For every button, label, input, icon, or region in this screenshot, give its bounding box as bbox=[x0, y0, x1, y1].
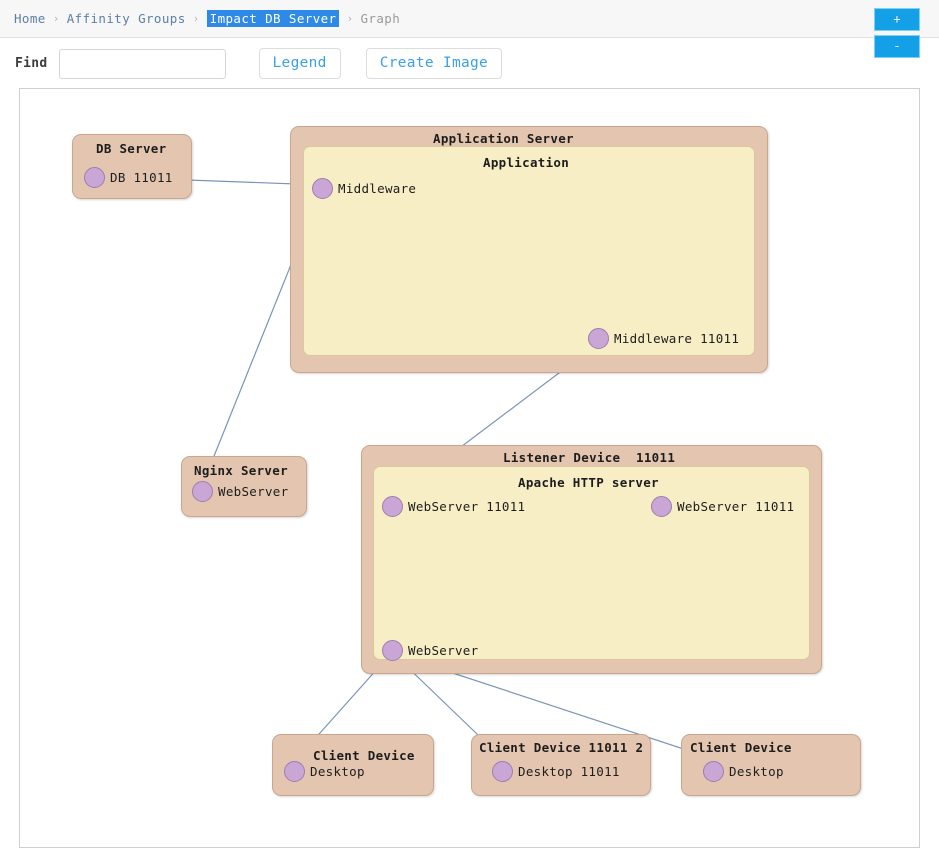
graph-node-circle-icon bbox=[284, 761, 305, 782]
graph-node-db-11011[interactable]: DB 11011 bbox=[84, 167, 173, 188]
graph-group-title-nginx-server: Nginx Server bbox=[194, 463, 288, 478]
graph-node-desktop-1[interactable]: Desktop bbox=[284, 761, 365, 782]
graph-node-circle-icon bbox=[312, 178, 333, 199]
graph-node-webserver[interactable]: WebServer bbox=[382, 640, 478, 661]
graph-node-circle-icon bbox=[192, 481, 213, 502]
graph-node-desktop-11011[interactable]: Desktop 11011 bbox=[492, 761, 620, 782]
graph-node-webserver-11011-a[interactable]: WebServer 11011 bbox=[382, 496, 525, 517]
graph-node-desktop-3[interactable]: Desktop bbox=[703, 761, 784, 782]
graph-node-circle-icon bbox=[588, 328, 609, 349]
toolbar: Find Legend Create Image bbox=[0, 38, 939, 89]
breadcrumb-item-impact-db-server[interactable]: Impact DB Server bbox=[206, 10, 340, 27]
graph-group-title-apache-http: Apache HTTP server bbox=[518, 475, 659, 490]
graph-node-circle-icon bbox=[84, 167, 105, 188]
graph-node-label-middleware: Middleware bbox=[338, 181, 417, 196]
breadcrumb-separator: › bbox=[346, 12, 354, 25]
graph-node-label-webserver-11011-a: WebServer 11011 bbox=[408, 499, 526, 514]
breadcrumb-item-home[interactable]: Home bbox=[14, 11, 46, 26]
graph-canvas[interactable]: DB Server Application Server Application Ng… bbox=[19, 88, 920, 848]
graph-group-title-application: Application bbox=[483, 155, 570, 170]
search-input[interactable] bbox=[58, 48, 226, 79]
graph-group-title-db-server: DB Server bbox=[96, 141, 167, 156]
find-label: Find bbox=[15, 56, 48, 71]
graph-group-title-client-device-3: Client Device bbox=[690, 740, 792, 755]
graph-node-circle-icon bbox=[492, 761, 513, 782]
graph-node-label-nginx-webserver: WebServer bbox=[218, 484, 289, 499]
graph-node-label-desktop-11011: Desktop 11011 bbox=[518, 764, 620, 779]
graph-node-label-middleware-11011: Middleware 11011 bbox=[614, 331, 740, 346]
breadcrumb-item-graph: Graph bbox=[360, 11, 401, 26]
graph-node-middleware[interactable]: Middleware bbox=[312, 178, 416, 199]
create-image-button[interactable]: Create Image bbox=[365, 48, 503, 79]
graph-node-label-desktop-3: Desktop bbox=[729, 764, 784, 779]
graph-group-title-listener-device: Listener Device 11011 bbox=[503, 450, 676, 465]
zoom-in-button[interactable]: + bbox=[874, 8, 920, 31]
breadcrumb: Home › Affinity Groups › Impact DB Server › Gr… bbox=[0, 0, 939, 38]
graph-node-label-db-11011: DB 11011 bbox=[110, 170, 173, 185]
breadcrumb-separator: › bbox=[192, 12, 200, 25]
graph-node-webserver-11011-b[interactable]: WebServer 11011 bbox=[651, 496, 794, 517]
graph-node-circle-icon bbox=[651, 496, 672, 517]
graph-node-circle-icon bbox=[382, 496, 403, 517]
breadcrumb-separator: › bbox=[52, 12, 60, 25]
zoom-out-button[interactable]: - bbox=[874, 35, 920, 58]
graph-group-title-application-server: Application Server bbox=[433, 131, 574, 146]
graph-node-circle-icon bbox=[703, 761, 724, 782]
graph-node-circle-icon bbox=[382, 640, 403, 661]
graph-group-title-client-device-2: Client Device 11011 2 bbox=[479, 740, 644, 755]
graph-node-middleware-11011[interactable]: Middleware 11011 bbox=[588, 328, 739, 349]
graph-node-nginx-webserver[interactable]: WebServer bbox=[192, 481, 288, 502]
breadcrumb-item-affinity-groups[interactable]: Affinity Groups bbox=[67, 11, 186, 26]
graph-node-label-webserver: WebServer bbox=[408, 643, 479, 658]
legend-button[interactable]: Legend bbox=[258, 48, 341, 79]
zoom-controls: + - bbox=[874, 8, 920, 58]
graph-node-label-webserver-11011-b: WebServer 11011 bbox=[677, 499, 795, 514]
graph-node-label-desktop-1: Desktop bbox=[310, 764, 365, 779]
